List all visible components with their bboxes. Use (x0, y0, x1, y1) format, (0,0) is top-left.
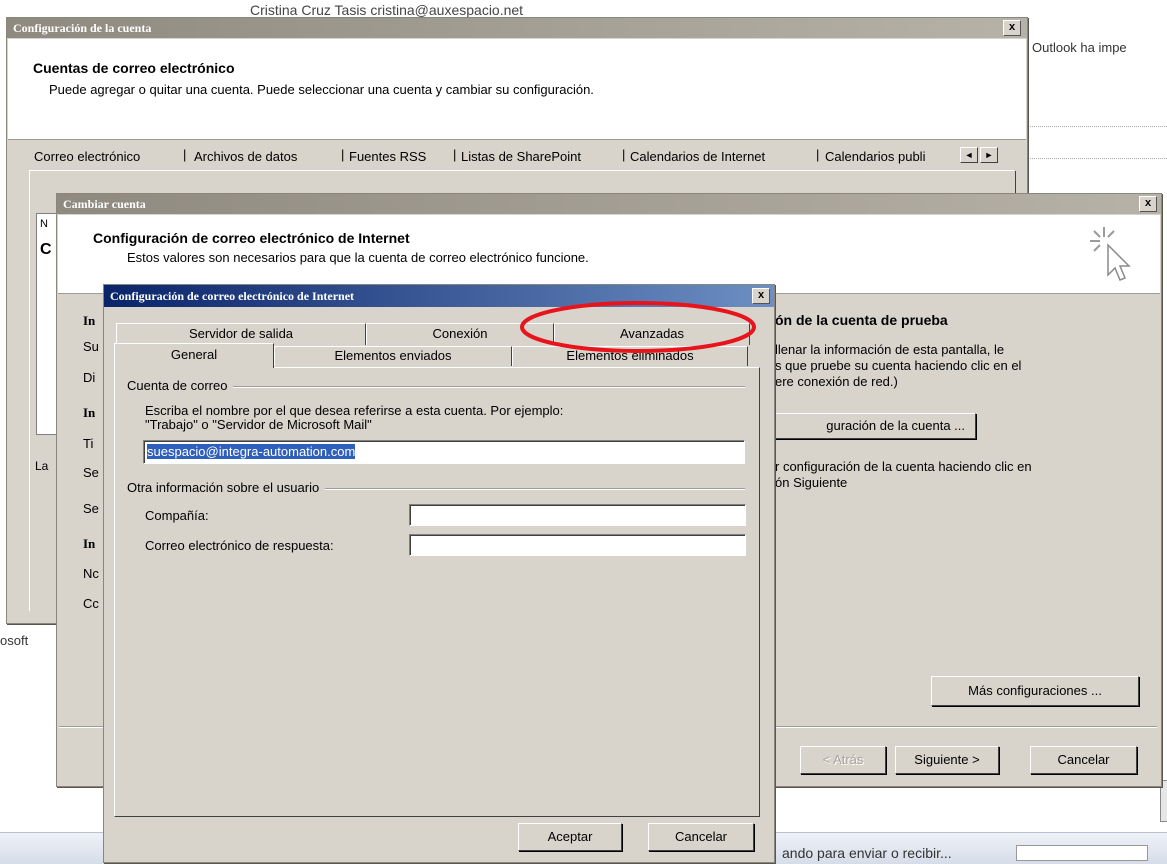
fragment: Se (83, 501, 99, 516)
test-settings-heading: ón de la cuenta de prueba (775, 312, 948, 328)
background-account-text: Cristina Cruz Tasis cristina@auxespacio.… (250, 2, 524, 18)
tab-scroll-left-button[interactable]: ◄ (960, 147, 978, 163)
account-settings-heading: Cuentas de correo electrónico (33, 60, 235, 76)
change-account-close-button[interactable]: x (1139, 196, 1157, 212)
peek-n: N (40, 218, 48, 230)
more-settings-button[interactable]: Más configuraciones ... (931, 676, 1139, 706)
next-hint-line: ón Siguiente (775, 475, 848, 490)
test-text-line: s que pruebe su cuenta haciendo clic en … (775, 358, 1022, 373)
tab-data-files[interactable]: Archivos de datos (194, 149, 297, 164)
tab-email[interactable]: Correo electrónico (34, 149, 140, 164)
background-status-progress (1016, 845, 1148, 861)
annotation-ellipse (520, 301, 756, 353)
instructions-line: Escriba el nombre por el que desea refer… (145, 403, 564, 418)
peek-la: La (35, 459, 49, 473)
tab-outgoing-server[interactable]: Servidor de salida (116, 323, 366, 345)
change-account-titlebar: Cambiar cuenta (57, 194, 1161, 214)
fragment: In (83, 536, 96, 551)
tab-scroll-right-button[interactable]: ► (980, 147, 998, 163)
dialog-cancel-button[interactable]: Cancelar (648, 823, 754, 851)
tab-published-calendars[interactable]: Calendarios publi (825, 149, 925, 164)
account-settings-title: Configuración de la cuenta (13, 21, 152, 35)
fragment: Su (83, 339, 99, 354)
fragment: Se (83, 465, 99, 480)
fragment: In (83, 405, 96, 420)
account-tabs: Correo electrónico | Archivos de datos |… (29, 144, 1014, 170)
account-settings-header: Cuentas de correo electrónico Puede agre… (8, 39, 1026, 140)
cancel-button[interactable]: Cancelar (1030, 746, 1137, 774)
company-input[interactable] (409, 504, 746, 526)
account-settings-subheading: Puede agregar o quitar una cuenta. Puede… (49, 82, 594, 97)
tab-internet-calendars[interactable]: Calendarios de Internet (630, 149, 765, 164)
tab-separator: | (341, 147, 345, 162)
tab-separator: | (816, 147, 820, 162)
company-label: Compañía: (145, 508, 209, 523)
account-settings-close-button[interactable]: x (1003, 20, 1021, 36)
account-name-input[interactable]: suespacio@integra-automation.com (143, 440, 745, 464)
ok-button[interactable]: Aceptar (518, 823, 622, 851)
tab-sharepoint[interactable]: Listas de SharePoint (461, 149, 581, 164)
fragment: In (83, 313, 96, 328)
background-status-text: ando para enviar o recibir... (782, 845, 952, 861)
test-text-line: ere conexión de red.) (775, 374, 898, 389)
tab-rss[interactable]: Fuentes RSS (349, 149, 426, 164)
account-group-label: Cuenta de correo (127, 378, 234, 393)
fragment: Cc (83, 596, 99, 611)
change-account-subheading: Estos valores son necesarios para que la… (127, 250, 589, 265)
peek-c: C (40, 241, 52, 258)
account-settings-titlebar: Configuración de la cuenta (7, 18, 1027, 38)
back-button[interactable]: < Atrás (800, 746, 886, 774)
instructions-line: "Trabajo" o "Servidor de Microsoft Mail" (145, 417, 372, 432)
background-dotted-line (1030, 158, 1167, 159)
tab-general[interactable]: General (114, 343, 274, 368)
next-hint-line: r configuración de la cuenta haciendo cl… (775, 459, 1032, 474)
background-outlook-text: Outlook ha impe (1032, 40, 1127, 55)
change-account-heading: Configuración de correo electrónico de I… (93, 230, 410, 246)
user-group-label: Otra información sobre el usuario (127, 480, 326, 495)
general-tab-panel: Cuenta de correo Escriba el nombre por e… (114, 367, 760, 817)
test-account-settings-button[interactable]: guración de la cuenta ... (763, 413, 976, 439)
fragment: Di (83, 370, 96, 385)
tab-separator: | (183, 147, 187, 162)
test-text-line: llenar la información de esta pantalla, … (775, 342, 1005, 357)
account-name-value: suespacio@integra-automation.com (147, 444, 356, 459)
tab-separator: | (453, 147, 457, 162)
internet-email-title: Configuración de correo electrónico de I… (110, 289, 355, 303)
change-account-header: Configuración de correo electrónico de I… (58, 215, 1160, 294)
tab-sent-items[interactable]: Elementos enviados (274, 346, 512, 366)
background-osoft-text: osoft (0, 633, 29, 648)
account-instructions: Escriba el nombre por el que desea refer… (145, 404, 563, 432)
internet-email-settings-dialog: Configuración de correo electrónico de I… (103, 284, 775, 863)
reply-email-input[interactable] (409, 534, 746, 556)
annotation-ellipse-shape (520, 301, 756, 353)
tab-separator: | (622, 147, 626, 162)
next-button[interactable]: Siguiente > (895, 746, 999, 774)
background-dotted-line (1030, 126, 1167, 127)
fragment: Ti (83, 436, 94, 451)
test-settings-text: llenar la información de esta pantalla, … (775, 342, 1021, 390)
next-hint-text: r configuración de la cuenta haciendo cl… (775, 459, 1032, 491)
fragment: Nc (83, 566, 99, 581)
cursor-sparkle-icon (1090, 227, 1131, 281)
change-account-title: Cambiar cuenta (63, 197, 146, 211)
reply-email-label: Correo electrónico de respuesta: (145, 538, 334, 553)
